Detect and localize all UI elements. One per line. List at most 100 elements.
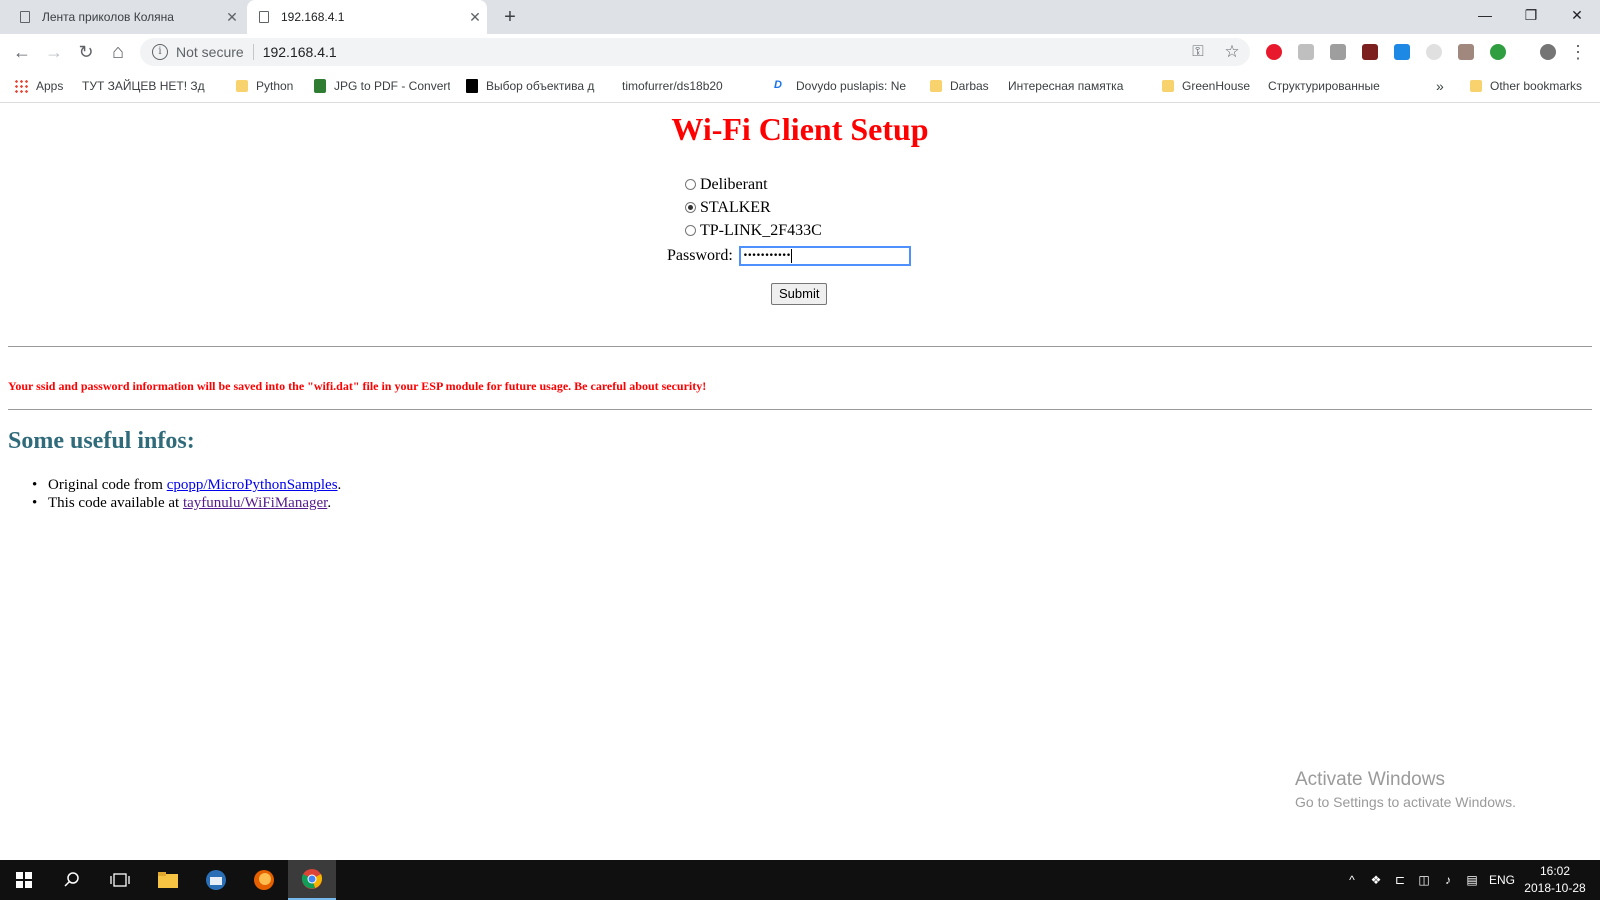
- folder-icon: [158, 872, 178, 888]
- tab-title: Лента приколов Коляна: [42, 10, 174, 24]
- grey-extension-icon[interactable]: [1426, 44, 1442, 60]
- bookmark-folder[interactable]: GreenHouse: [1162, 70, 1254, 102]
- tab-strip: Лента приколов Коляна ✕ 192.168.4.1 ✕ + …: [0, 0, 1600, 34]
- green-extension-icon[interactable]: [1490, 44, 1506, 60]
- system-tray: ^ ❖ ⊏ ◫ ♪ ▤ ENG: [1340, 860, 1520, 900]
- close-tab-icon[interactable]: ✕: [220, 9, 244, 26]
- lock-extension-icon[interactable]: [1458, 44, 1474, 60]
- dropbox-extension-icon[interactable]: [1298, 44, 1314, 60]
- network-option[interactable]: Deliberant: [672, 173, 911, 196]
- avatar[interactable]: [1540, 44, 1556, 60]
- bookmark-item[interactable]: JPG to PDF - Convert: [314, 70, 450, 102]
- network-label: TP-LINK_2F433C: [700, 221, 822, 239]
- search-button[interactable]: [48, 860, 96, 900]
- submit-button[interactable]: Submit: [771, 283, 828, 305]
- bookmark-folder[interactable]: Darbas: [930, 70, 1000, 102]
- link-micropython-samples[interactable]: cpopp/MicroPythonSamples: [167, 477, 338, 493]
- close-tab-icon[interactable]: ✕: [463, 9, 487, 26]
- close-window-button[interactable]: ✕: [1554, 0, 1600, 30]
- page-icon: [259, 11, 269, 23]
- menu-icon[interactable]: ⋮: [1566, 40, 1590, 64]
- minimize-button[interactable]: —: [1462, 0, 1508, 30]
- network-option[interactable]: TP-LINK_2F433C: [672, 219, 911, 242]
- network-label: Deliberant: [700, 175, 768, 193]
- reload-button[interactable]: ↻: [74, 40, 98, 64]
- restore-button[interactable]: ❐: [1508, 0, 1554, 30]
- network-tray-icon[interactable]: ⊏: [1388, 873, 1412, 887]
- folder-icon: [236, 80, 248, 92]
- windows-icon: [16, 872, 32, 888]
- tab-inactive[interactable]: Лента приколов Коляна ✕: [8, 0, 244, 34]
- browser-toolbar: ← → ↻ ⌂ i Not secure 192.168.4.1 ⚿ ☆ ⋮: [0, 34, 1600, 70]
- black-square-icon: [466, 79, 478, 93]
- bookmark-label: ТУТ ЗАЙЦЕВ НЕТ! Зд: [82, 79, 205, 93]
- back-button[interactable]: ←: [10, 40, 34, 64]
- bookmark-label: Apps: [36, 79, 64, 93]
- bookmark-item[interactable]: D Dovydo puslapis: Ne: [774, 70, 912, 102]
- list-item-text: This code available at: [48, 495, 183, 511]
- folder-icon: [930, 80, 942, 92]
- firefox-button[interactable]: [240, 860, 288, 900]
- forward-button[interactable]: →: [42, 40, 66, 64]
- radio-button[interactable]: [685, 179, 696, 190]
- ublock-extension-icon[interactable]: [1362, 44, 1378, 60]
- bookmark-label: Интересная памятка: [1008, 79, 1124, 93]
- start-button[interactable]: [0, 860, 48, 900]
- link-wifimanager[interactable]: tayfunulu/WiFiManager: [183, 495, 327, 511]
- url-text[interactable]: 192.168.4.1: [263, 44, 337, 60]
- clock[interactable]: 16:02 2018-10-28: [1520, 863, 1590, 897]
- bookmark-item[interactable]: Интересная памятка: [1008, 70, 1144, 102]
- bookmark-item[interactable]: Структурированные: [1268, 70, 1404, 102]
- language-indicator[interactable]: ENG: [1484, 873, 1520, 887]
- bookmark-item[interactable]: timofurrer/ds18b20: [622, 70, 758, 102]
- bookmark-label: Dovydo puslapis: Ne: [796, 79, 907, 93]
- task-view-button[interactable]: [96, 860, 144, 900]
- apps-icon: [14, 79, 28, 93]
- bookmark-item[interactable]: Выбор объектива д: [466, 70, 606, 102]
- network-option[interactable]: STALKER: [672, 196, 911, 219]
- bookmark-label: GreenHouse: [1182, 79, 1251, 93]
- bookmark-item[interactable]: ТУТ ЗАЙЦЕВ НЕТ! Зд: [82, 70, 222, 102]
- volume-icon[interactable]: ♪: [1436, 873, 1460, 887]
- notification-icon[interactable]: ▤: [1460, 873, 1484, 887]
- info-icon[interactable]: i: [152, 44, 168, 60]
- shield-extension-icon[interactable]: [1330, 44, 1346, 60]
- radio-button-selected[interactable]: [685, 202, 696, 213]
- bookmarks-overflow-button[interactable]: »: [1436, 70, 1452, 102]
- password-row: Password: •••••••••••: [667, 244, 911, 268]
- tab-active[interactable]: 192.168.4.1 ✕: [247, 0, 487, 34]
- omnibox-divider: [252, 44, 254, 60]
- new-tab-button[interactable]: +: [498, 5, 522, 29]
- watermark-title: Activate Windows: [1295, 769, 1445, 790]
- chrome-button[interactable]: [288, 860, 336, 900]
- wifi-tray-icon[interactable]: ◫: [1412, 873, 1436, 887]
- bookmarks-bar: Apps ТУТ ЗАЙЦЕВ НЕТ! Зд Python JPG to PD…: [0, 70, 1600, 103]
- list-item-suffix: .: [327, 495, 332, 511]
- password-input[interactable]: •••••••••••: [738, 246, 911, 266]
- bookmark-folder[interactable]: Python: [236, 70, 300, 102]
- skype-extension-icon[interactable]: [1394, 44, 1410, 60]
- infos-list: Original code from cpopp/MicroPythonSamp…: [32, 476, 341, 512]
- bookmark-apps[interactable]: Apps: [14, 70, 74, 102]
- opera-extension-icon[interactable]: [1266, 44, 1282, 60]
- dropbox-tray-icon[interactable]: ❖: [1364, 873, 1388, 887]
- radio-button[interactable]: [685, 225, 696, 236]
- search-icon: [64, 872, 79, 887]
- other-bookmarks[interactable]: Other bookmarks: [1470, 70, 1594, 102]
- show-hidden-icons-icon[interactable]: ^: [1340, 873, 1364, 887]
- security-label[interactable]: Not secure: [176, 44, 244, 60]
- star-icon[interactable]: ☆: [1220, 40, 1244, 64]
- watermark-subtitle: Go to Settings to activate Windows.: [1295, 794, 1516, 810]
- divider: [8, 409, 1592, 410]
- text-caret: [791, 249, 793, 263]
- home-button[interactable]: ⌂: [106, 40, 130, 64]
- clock-date: 2018-10-28: [1524, 881, 1586, 895]
- thunderbird-icon: [206, 870, 226, 890]
- folder-icon: [1470, 80, 1482, 92]
- network-label: STALKER: [700, 198, 771, 216]
- key-icon[interactable]: ⚿: [1186, 40, 1210, 64]
- file-explorer-button[interactable]: [144, 860, 192, 900]
- address-bar[interactable]: i Not secure 192.168.4.1: [140, 38, 1250, 66]
- thunderbird-button[interactable]: [192, 860, 240, 900]
- task-view-icon: [110, 873, 130, 887]
